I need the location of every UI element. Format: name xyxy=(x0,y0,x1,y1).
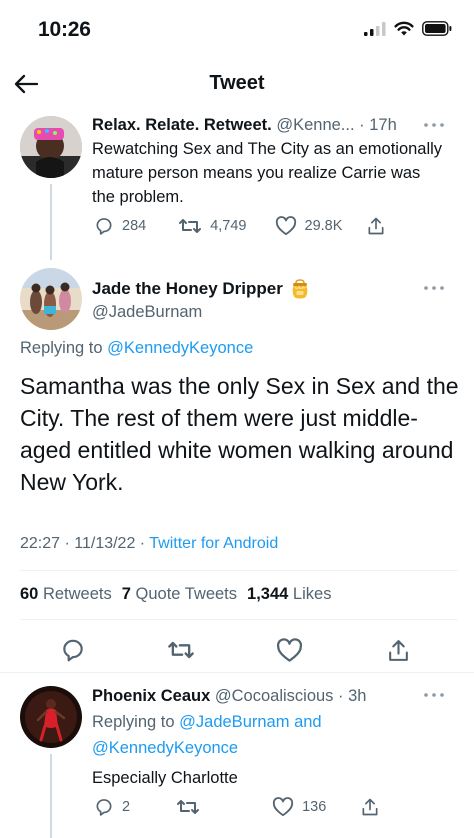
status-time: 10:26 xyxy=(38,18,91,41)
parent-tweet[interactable]: Relax. Relate. Retweet. @Kenne... · 17h … xyxy=(92,113,447,209)
main-display-name-row[interactable]: Jade the Honey Dripper xyxy=(92,278,311,300)
parent-tweet-text: Rewatching Sex and The City as an emotio… xyxy=(92,140,443,206)
reply-button[interactable]: 2 xyxy=(94,797,130,817)
share-button[interactable] xyxy=(360,797,380,817)
like-icon xyxy=(276,637,302,662)
reply-tweet-text: Especially Charlotte xyxy=(92,769,238,787)
reply-display-name[interactable]: Phoenix Ceaux xyxy=(92,687,210,705)
divider xyxy=(20,619,458,620)
retweet-button[interactable] xyxy=(161,630,201,670)
divider xyxy=(0,672,474,673)
parent-display-name[interactable]: Relax. Relate. Retweet. xyxy=(92,116,272,134)
retweets-stat-label: Retweets xyxy=(42,585,112,603)
replying-to-link[interactable]: @KennedyKeyonce xyxy=(107,339,253,357)
retweets-stat[interactable]: 60 Retweets xyxy=(20,585,112,604)
like-count: 29.8K xyxy=(304,218,343,234)
reply-icon xyxy=(63,639,83,662)
reply-button[interactable] xyxy=(53,630,93,670)
main-tweet-meta: 22:27 · 11/13/22 · Twitter for Android xyxy=(20,535,278,553)
avatar-image xyxy=(20,116,82,178)
likes-stat[interactable]: 1,344 Likes xyxy=(247,585,331,604)
replying-and: and xyxy=(294,713,322,731)
status-bar: 10:26 xyxy=(0,0,474,60)
parent-tweet-header: Relax. Relate. Retweet. @Kenne... · 17h xyxy=(92,113,447,137)
reply-tweet[interactable]: Phoenix Ceaux @Cocoaliscious · 3h Replyi… xyxy=(92,683,447,791)
page-title: Tweet xyxy=(209,72,265,94)
wifi-icon xyxy=(394,21,414,36)
parent-handle[interactable]: @Kenne... xyxy=(276,116,354,134)
reply-time: · 3h xyxy=(338,687,367,705)
reply-actions: 2 136 xyxy=(94,797,380,817)
more-icon[interactable] xyxy=(422,690,446,700)
like-icon xyxy=(272,797,294,817)
retweet-button[interactable]: 4,749 xyxy=(178,216,247,236)
main-tweet-text: Samantha was the only Sex in Sex and the… xyxy=(20,373,459,495)
avatar-image xyxy=(20,686,82,748)
avatar-phoenix[interactable] xyxy=(20,686,82,748)
quotes-stat[interactable]: 7 Quote Tweets xyxy=(122,585,237,604)
retweet-count: 4,749 xyxy=(210,218,247,234)
status-icons xyxy=(364,21,452,36)
reply-icon xyxy=(96,218,112,235)
reply-count: 2 xyxy=(122,799,131,815)
reply-tweet-header: Phoenix Ceaux @Cocoaliscious · 3h xyxy=(92,683,447,709)
like-button[interactable]: 136 xyxy=(272,797,326,817)
main-tweet-author: Jade the Honey Dripper @JadeBurnam xyxy=(92,278,311,322)
tweet-source[interactable]: Twitter for Android xyxy=(149,535,278,552)
divider xyxy=(20,570,458,571)
reply-count: 284 xyxy=(122,218,147,234)
share-button[interactable] xyxy=(378,630,418,670)
quotes-stat-count: 7 xyxy=(121,585,131,603)
parent-actions: 284 4,749 29.8K xyxy=(94,216,386,236)
replying-to-link-2[interactable]: @KennedyKeyonce xyxy=(92,735,447,761)
share-icon xyxy=(388,639,408,661)
like-button[interactable] xyxy=(269,630,309,670)
replying-prefix: Replying to xyxy=(20,339,103,357)
reply-replying-to: Replying to @JadeBurnam and xyxy=(92,709,447,735)
like-button[interactable]: 29.8K xyxy=(275,216,343,236)
likes-stat-count: 1,344 xyxy=(247,585,289,603)
avatar-image xyxy=(20,268,82,330)
replying-to-link-1[interactable]: @JadeBurnam xyxy=(179,713,289,731)
parent-time: · 17h xyxy=(359,116,397,134)
share-icon xyxy=(362,798,378,816)
like-count: 136 xyxy=(302,799,327,815)
replying-prefix: Replying to xyxy=(92,713,175,731)
main-display-name: Jade the Honey Dripper xyxy=(92,279,283,298)
likes-stat-label: Likes xyxy=(292,585,332,603)
nav-bar: Tweet xyxy=(0,60,474,106)
reply-button[interactable]: 284 xyxy=(94,216,146,236)
quotes-stat-label: Quote Tweets xyxy=(135,585,238,603)
retweet-icon xyxy=(177,800,200,814)
share-icon xyxy=(368,217,384,235)
thread-line xyxy=(50,754,52,838)
like-icon xyxy=(275,216,296,236)
more-icon[interactable] xyxy=(422,283,446,293)
main-tweet-stats: 60 Retweets 7 Quote Tweets 1,344 Likes xyxy=(20,585,331,604)
retweet-icon xyxy=(168,641,194,659)
share-button[interactable] xyxy=(366,216,386,236)
battery-icon xyxy=(422,21,452,36)
more-icon[interactable] xyxy=(422,120,446,130)
retweet-icon xyxy=(179,219,202,233)
reply-icon xyxy=(96,799,112,816)
reply-handle[interactable]: @Cocoaliscious xyxy=(215,687,334,705)
thread-line xyxy=(50,184,52,260)
retweets-stat-count: 60 xyxy=(20,585,39,603)
main-handle[interactable]: @JadeBurnam xyxy=(92,303,311,322)
main-tweet-actions xyxy=(0,630,474,670)
honey-pot-icon xyxy=(292,279,308,299)
tweet-datetime[interactable]: 22:27 · 11/13/22 · xyxy=(20,535,145,552)
avatar-relax-relate[interactable] xyxy=(20,116,82,178)
avatar-jade[interactable] xyxy=(20,268,82,330)
main-replying-to: Replying to @KennedyKeyonce xyxy=(20,339,253,358)
retweet-button[interactable] xyxy=(176,797,200,817)
signal-icon xyxy=(364,21,386,36)
